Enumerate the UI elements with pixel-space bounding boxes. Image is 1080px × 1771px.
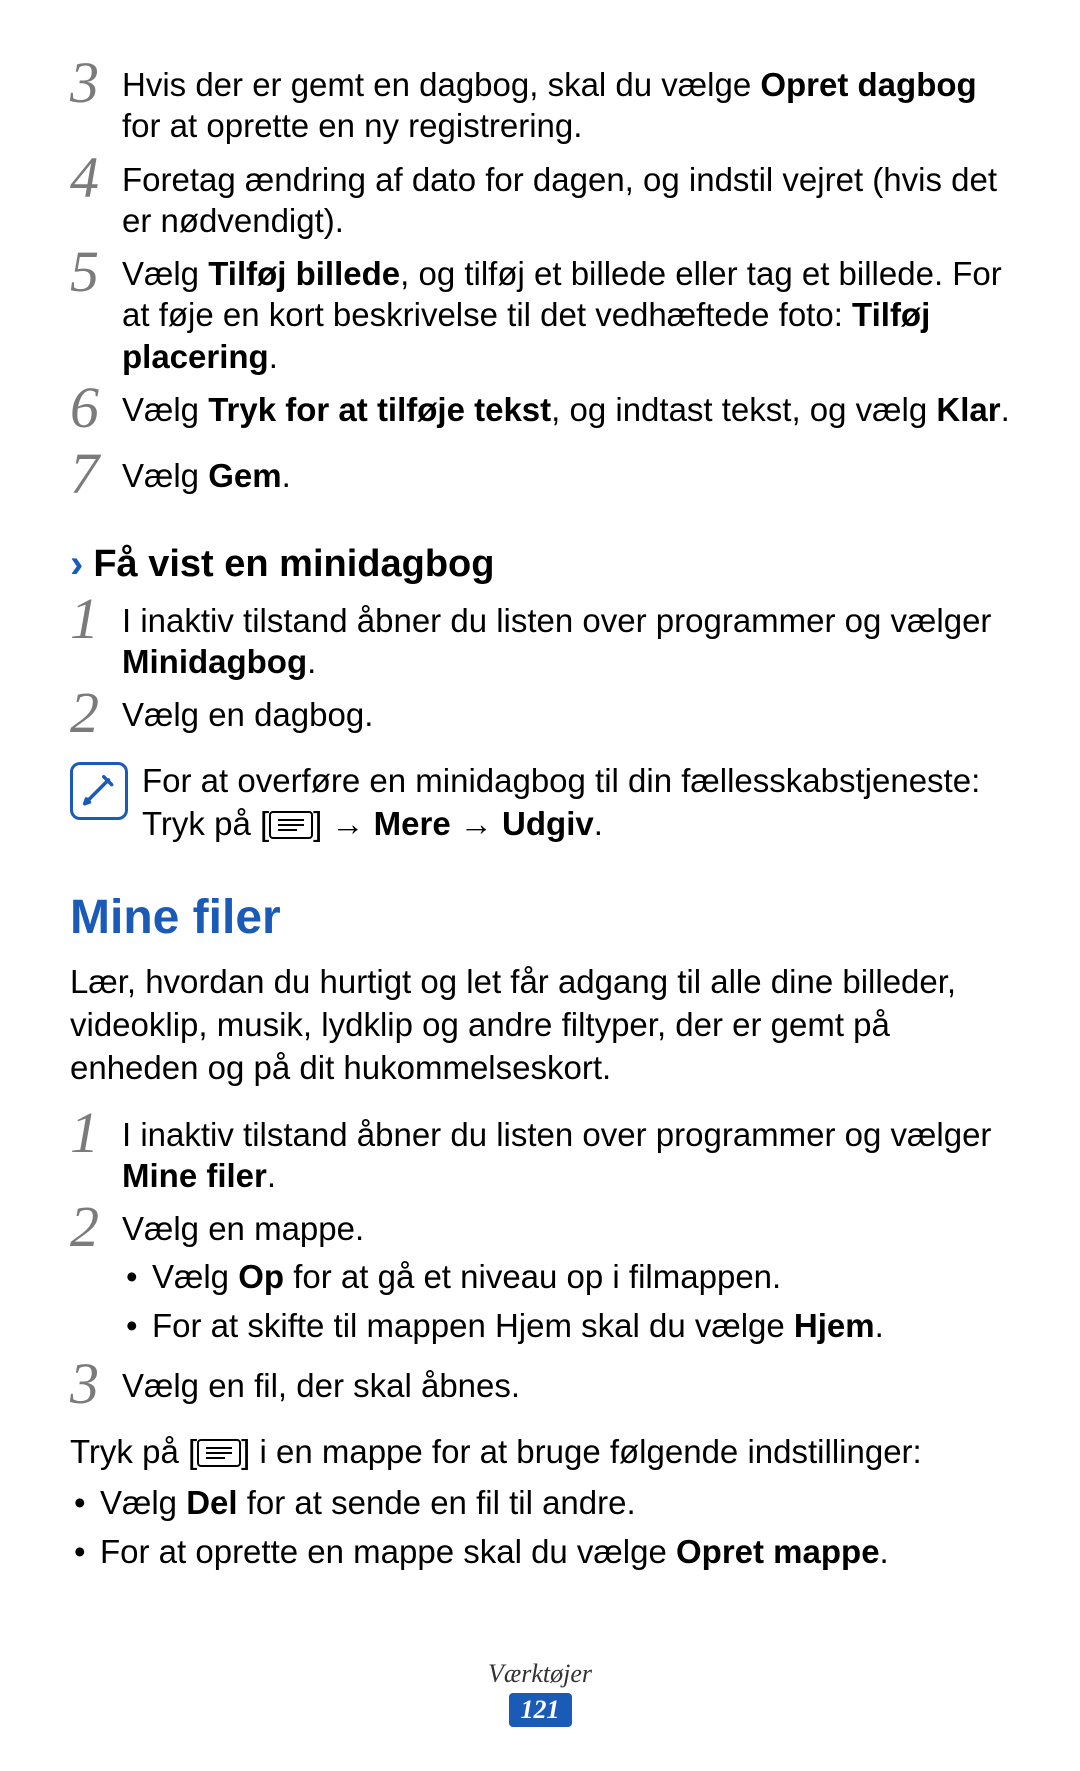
step-number: 3 <box>70 1355 122 1413</box>
step-number: 2 <box>70 1198 122 1256</box>
step-c1: 1 I inaktiv tilstand åbner du listen ove… <box>70 1110 1010 1197</box>
chevron-right-icon: › <box>70 544 83 584</box>
step-number: 4 <box>70 149 122 207</box>
steps-list-b: 1 I inaktiv tilstand åbner du listen ove… <box>70 596 1010 749</box>
step-4: 4 Foretag ændring af dato for dagen, og … <box>70 155 1010 242</box>
step-3: 3 Hvis der er gemt en dagbog, skal du væ… <box>70 60 1010 147</box>
step-number: 2 <box>70 684 122 742</box>
page-number: 121 <box>509 1693 572 1727</box>
footer-section-label: Værktøjer <box>0 1659 1080 1689</box>
step-text: Vælg en fil, der skal åbnes. <box>122 1361 520 1406</box>
intro-paragraph: Lær, hvordan du hurtigt og let får adgan… <box>70 961 1010 1090</box>
subheading-text: Få vist en minidagbog <box>93 543 494 586</box>
list-item: Vælg Op for at gå et niveau op i filmapp… <box>122 1255 884 1300</box>
step-text: Vælg en mappe. Vælg Op for at gå et nive… <box>122 1204 884 1352</box>
settings-intro: Tryk på [] i en mappe for at bruge følge… <box>70 1431 1010 1474</box>
step-number: 7 <box>70 445 122 503</box>
list-item: Vælg Del for at sende en fil til andre. <box>70 1481 1010 1526</box>
step-text: Vælg Gem. <box>122 451 291 496</box>
step-text: I inaktiv tilstand åbner du listen over … <box>122 596 1010 683</box>
step-text: I inaktiv tilstand åbner du listen over … <box>122 1110 1010 1197</box>
step-5: 5 Vælg Tilføj billede, og tilføj et bill… <box>70 249 1010 377</box>
settings-bullets: Vælg Del for at sende en fil til andre. … <box>70 1481 1010 1574</box>
step-7: 7 Vælg Gem. <box>70 451 1010 509</box>
steps-list-a: 3 Hvis der er gemt en dagbog, skal du væ… <box>70 60 1010 509</box>
step-text: Hvis der er gemt en dagbog, skal du vælg… <box>122 60 1010 147</box>
step-number: 1 <box>70 590 122 648</box>
list-item: For at oprette en mappe skal du vælge Op… <box>70 1530 1010 1575</box>
note-box: For at overføre en minidagbog til din fæ… <box>70 760 1010 846</box>
list-item: For at skifte til mappen Hjem skal du væ… <box>122 1304 884 1349</box>
heading-mine-filer: Mine filer <box>70 890 1010 945</box>
step-number: 1 <box>70 1104 122 1162</box>
step-text: Vælg Tryk for at tilføje tekst, og indta… <box>122 385 1010 430</box>
step-number: 5 <box>70 243 122 301</box>
step-text: Vælg en dagbog. <box>122 690 373 735</box>
subheading-view-minidiary: › Få vist en minidagbog <box>70 543 1010 586</box>
nested-bullets: Vælg Op for at gå et niveau op i filmapp… <box>122 1255 884 1348</box>
page-footer: Værktøjer 121 <box>0 1659 1080 1727</box>
step-number: 3 <box>70 54 122 112</box>
steps-list-c: 1 I inaktiv tilstand åbner du listen ove… <box>70 1110 1010 1419</box>
menu-key-icon <box>197 1439 241 1467</box>
step-c3: 3 Vælg en fil, der skal åbnes. <box>70 1361 1010 1419</box>
note-icon <box>70 762 128 820</box>
step-text: Foretag ændring af dato for dagen, og in… <box>122 155 1010 242</box>
note-text: For at overføre en minidagbog til din fæ… <box>142 760 1010 846</box>
menu-key-icon <box>269 811 313 839</box>
step-text: Vælg Tilføj billede, og tilføj et billed… <box>122 249 1010 377</box>
step-b2: 2 Vælg en dagbog. <box>70 690 1010 748</box>
step-number: 6 <box>70 379 122 437</box>
step-6: 6 Vælg Tryk for at tilføje tekst, og ind… <box>70 385 1010 443</box>
step-c2: 2 Vælg en mappe. Vælg Op for at gå et ni… <box>70 1204 1010 1352</box>
step-b1: 1 I inaktiv tilstand åbner du listen ove… <box>70 596 1010 683</box>
